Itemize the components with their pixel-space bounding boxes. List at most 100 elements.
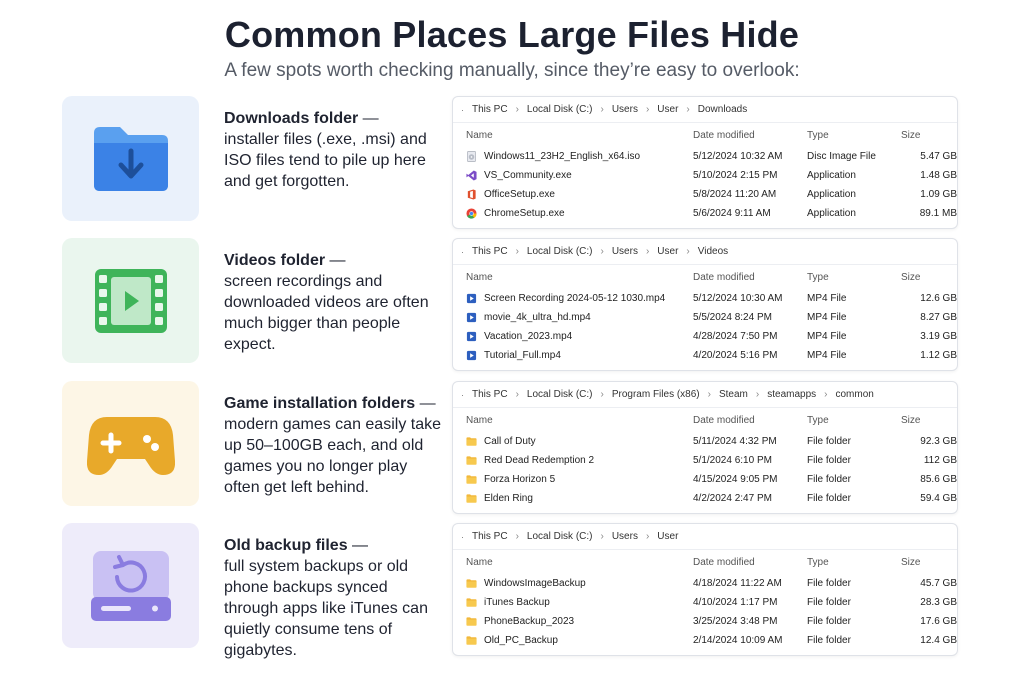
breadcrumb-item[interactable]: Local Disk (C:) (527, 246, 593, 257)
file-row[interactable]: Forza Horizon 5 4/15/2024 9:05 PM File fol… (453, 470, 957, 489)
breadcrumb-item[interactable]: Local Disk (C:) (527, 104, 593, 115)
file-row[interactable]: Elden Ring 4/2/2024 2:47 PM File folder 59.… (453, 489, 957, 508)
column-header-size[interactable]: Size (901, 557, 957, 568)
file-name: Elden Ring (484, 493, 533, 504)
folder-icon (466, 493, 484, 504)
column-header-type[interactable]: Type (807, 415, 901, 426)
file-row[interactable]: PhoneBackup_2023 3/25/2024 3:48 PM File fo… (453, 612, 957, 631)
column-header-name[interactable]: Name (453, 130, 693, 141)
column-header-date[interactable]: Date modified (693, 272, 807, 283)
file-row[interactable]: movie_4k_ultra_hd.mp4 5/5/2024 8:24 PM MP4… (453, 308, 957, 327)
column-header-name[interactable]: Name (453, 415, 693, 426)
file-name: movie_4k_ultra_hd.mp4 (484, 312, 591, 323)
breadcrumb-item[interactable]: Downloads (698, 104, 747, 115)
breadcrumb-dots-icon[interactable]: · (461, 247, 464, 257)
file-row[interactable]: Tutorial_Full.mp4 4/20/2024 5:16 PM MP4 Fi… (453, 346, 957, 365)
file-row[interactable]: Windows11_23H2_English_x64.iso 5/12/2024 … (453, 147, 957, 166)
file-row[interactable]: WindowsImageBackup 4/18/2024 11:22 AM File… (453, 574, 957, 593)
folder-icon (466, 578, 484, 589)
file-size: 89.1 MB (919, 208, 957, 219)
file-row[interactable]: Red Dead Redemption 2 5/1/2024 6:10 PM Fil… (453, 451, 957, 470)
breadcrumb-dots-icon[interactable]: · (461, 105, 464, 115)
file-row[interactable]: iTunes Backup 4/10/2024 1:17 PM File folde… (453, 593, 957, 612)
column-header-type[interactable]: Type (807, 272, 901, 283)
file-name-cell: Elden Ring (453, 493, 693, 504)
column-header-date[interactable]: Date modified (693, 130, 807, 141)
file-date: 5/8/2024 11:20 AM (693, 189, 777, 200)
video-file-icon (466, 312, 484, 323)
breadcrumb-dots-icon[interactable]: · (461, 532, 464, 542)
chevron-right-icon: › (600, 389, 604, 400)
breadcrumb-item[interactable]: Program Files (x86) (612, 389, 700, 400)
chevron-right-icon: › (600, 246, 604, 257)
video-file-icon (466, 350, 484, 361)
page-subtitle: A few spots worth checking manually, sin… (224, 60, 800, 81)
file-type: Application (807, 189, 856, 200)
file-name: OfficeSetup.exe (484, 189, 555, 200)
file-name: VS_Community.exe (484, 170, 572, 181)
file-date: 4/2/2024 2:47 PM (693, 493, 772, 504)
file-name-cell: ChromeSetup.exe (453, 208, 693, 219)
chevron-right-icon: › (515, 389, 519, 400)
file-date: 4/20/2024 5:16 PM (693, 350, 778, 361)
breadcrumb-item[interactable]: Local Disk (C:) (527, 531, 593, 542)
column-header-date[interactable]: Date modified (693, 415, 807, 426)
video-file-icon (466, 331, 484, 342)
breadcrumb-item[interactable]: Users (612, 104, 638, 115)
breadcrumb-item[interactable]: This PC (472, 389, 508, 400)
file-name: WindowsImageBackup (484, 578, 586, 589)
file-date: 2/14/2024 10:09 AM (693, 635, 783, 646)
column-header-size[interactable]: Size (901, 272, 957, 283)
file-name: Vacation_2023.mp4 (484, 331, 573, 342)
file-type: File folder (807, 635, 851, 646)
file-type: MP4 File (807, 350, 847, 361)
file-size: 28.3 GB (920, 597, 957, 608)
breadcrumb-item[interactable]: This PC (472, 246, 508, 257)
file-row[interactable]: Old_PC_Backup 2/14/2024 10:09 AM File fold… (453, 631, 957, 650)
column-header-type[interactable]: Type (807, 130, 901, 141)
column-header-name[interactable]: Name (453, 272, 693, 283)
breadcrumb-item[interactable]: common (836, 389, 874, 400)
file-name: Red Dead Redemption 2 (484, 455, 595, 466)
breadcrumb-item[interactable]: User (657, 531, 678, 542)
file-type: MP4 File (807, 312, 847, 323)
column-header-type[interactable]: Type (807, 557, 901, 568)
file-row[interactable]: OfficeSetup.exe 5/8/2024 11:20 AM Applicat… (453, 185, 957, 204)
section-heading-suffix: — (325, 252, 346, 269)
breadcrumb-item[interactable]: This PC (472, 104, 508, 115)
file-name-cell: PhoneBackup_2023 (453, 616, 693, 627)
breadcrumb-item[interactable]: Steam (719, 389, 748, 400)
column-header-name[interactable]: Name (453, 557, 693, 568)
breadcrumb-dots-icon[interactable]: · (461, 390, 464, 400)
breadcrumb-item[interactable]: User (657, 246, 678, 257)
file-row[interactable]: Vacation_2023.mp4 4/28/2024 7:50 PM MP4 Fi… (453, 327, 957, 346)
file-size: 112 GB (923, 455, 957, 466)
breadcrumb-item[interactable]: Local Disk (C:) (527, 389, 593, 400)
file-type: File folder (807, 455, 851, 466)
column-header-date[interactable]: Date modified (693, 557, 807, 568)
column-header-size[interactable]: Size (901, 130, 957, 141)
file-row[interactable]: Call of Duty 5/11/2024 4:32 PM File folder… (453, 432, 957, 451)
file-name-cell: Windows11_23H2_English_x64.iso (453, 151, 693, 162)
breadcrumb-item[interactable]: steamapps (767, 389, 816, 400)
breadcrumb-item[interactable]: User (657, 104, 678, 115)
file-date: 5/10/2024 2:15 PM (693, 170, 778, 181)
file-size: 5.47 GB (920, 151, 957, 162)
chevron-right-icon: › (600, 104, 604, 115)
breadcrumb-item[interactable]: This PC (472, 531, 508, 542)
file-date: 5/12/2024 10:32 AM (693, 151, 783, 162)
file-type: File folder (807, 436, 851, 447)
file-row[interactable]: Screen Recording 2024-05-12 1030.mp4 5/12… (453, 289, 957, 308)
breadcrumb-item[interactable]: Users (612, 531, 638, 542)
file-row[interactable]: VS_Community.exe 5/10/2024 2:15 PM Applica… (453, 166, 957, 185)
chevron-right-icon: › (755, 389, 760, 400)
breadcrumb-item[interactable]: Users (612, 246, 638, 257)
file-name-cell: WindowsImageBackup (453, 578, 693, 589)
column-header-size[interactable]: Size (901, 415, 957, 426)
breadcrumb-item[interactable]: Videos (698, 246, 728, 257)
file-row[interactable]: ChromeSetup.exe 5/6/2024 9:11 AM Applicati… (453, 204, 957, 223)
section-heading: Videos folder (224, 252, 326, 269)
section-description: Old backup files — full system backups or… (224, 535, 444, 661)
file-size: 3.19 GB (920, 331, 957, 342)
page-title: Common Places Large Files Hide (224, 14, 800, 55)
